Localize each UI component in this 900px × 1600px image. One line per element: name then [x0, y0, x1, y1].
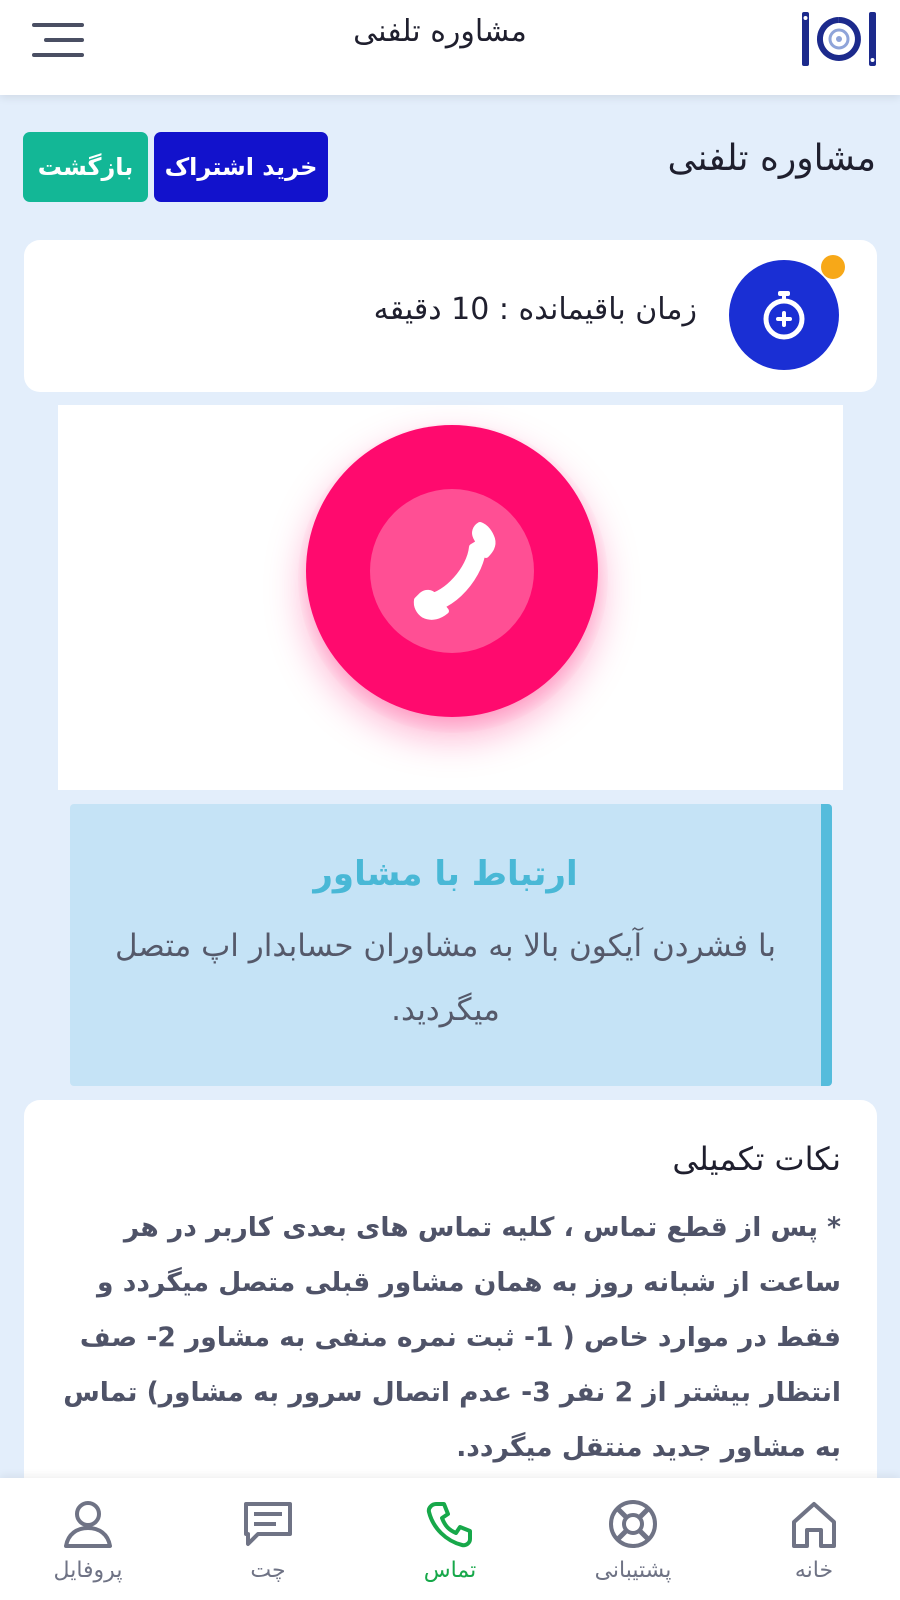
page-title: مشاوره تلفنی: [667, 138, 876, 179]
buy-subscription-button[interactable]: خرید اشتراک: [154, 132, 328, 202]
nav-item-call[interactable]: تماس: [390, 1496, 510, 1596]
nav-item-chat[interactable]: چت: [208, 1496, 328, 1596]
hamburger-menu-icon[interactable]: [28, 20, 84, 60]
nav-item-profile[interactable]: پروفایل: [28, 1496, 148, 1596]
info-title: ارتباط با مشاور: [313, 854, 578, 894]
notes-title: نکات تکمیلی: [672, 1140, 841, 1178]
nav-label-home: خانه: [794, 1558, 834, 1583]
home-icon: [792, 1502, 836, 1548]
app-bar-title: مشاوره تلفنی: [353, 14, 527, 49]
notes-body: * پس از قطع تماس ، کلیه تماس های بعدی کا…: [63, 1212, 841, 1463]
nav-label-profile: پروفایل: [53, 1558, 123, 1583]
call-image-panel: [58, 405, 843, 790]
remaining-time-card: زمان باقیمانده : 10 دقیقه: [24, 240, 877, 392]
call-button-inner: [370, 489, 534, 653]
bottom-navigation: خانه پشتیبانی تماس چت پروفایل: [0, 1478, 900, 1600]
back-button[interactable]: بازگشت: [23, 132, 148, 202]
remaining-time-text: زمان باقیمانده : 10 دقیقه: [373, 292, 697, 327]
info-body: با فشردن آیکون بالا به مشاوران حسابدار ا…: [114, 928, 777, 1028]
lifebuoy-icon: [609, 1500, 657, 1548]
phone-icon: [413, 522, 496, 620]
nav-item-home[interactable]: خانه: [754, 1496, 874, 1596]
user-icon: [64, 1501, 112, 1548]
connect-info-box: ارتباط با مشاور با فشردن آیکون بالا به م…: [70, 804, 832, 1086]
top-app-bar: مشاوره تلفنی: [0, 0, 900, 95]
app-logo[interactable]: [800, 10, 878, 68]
notification-dot: [821, 255, 845, 279]
phone-icon: [426, 1502, 472, 1548]
nav-label-support: پشتیبانی: [594, 1558, 672, 1583]
call-button[interactable]: [306, 425, 598, 717]
chat-icon: [244, 1502, 292, 1546]
nav-item-support[interactable]: پشتیبانی: [573, 1496, 693, 1596]
stopwatch-icon: [729, 260, 839, 370]
nav-label-call: تماس: [423, 1558, 477, 1583]
nav-label-chat: چت: [250, 1558, 286, 1583]
